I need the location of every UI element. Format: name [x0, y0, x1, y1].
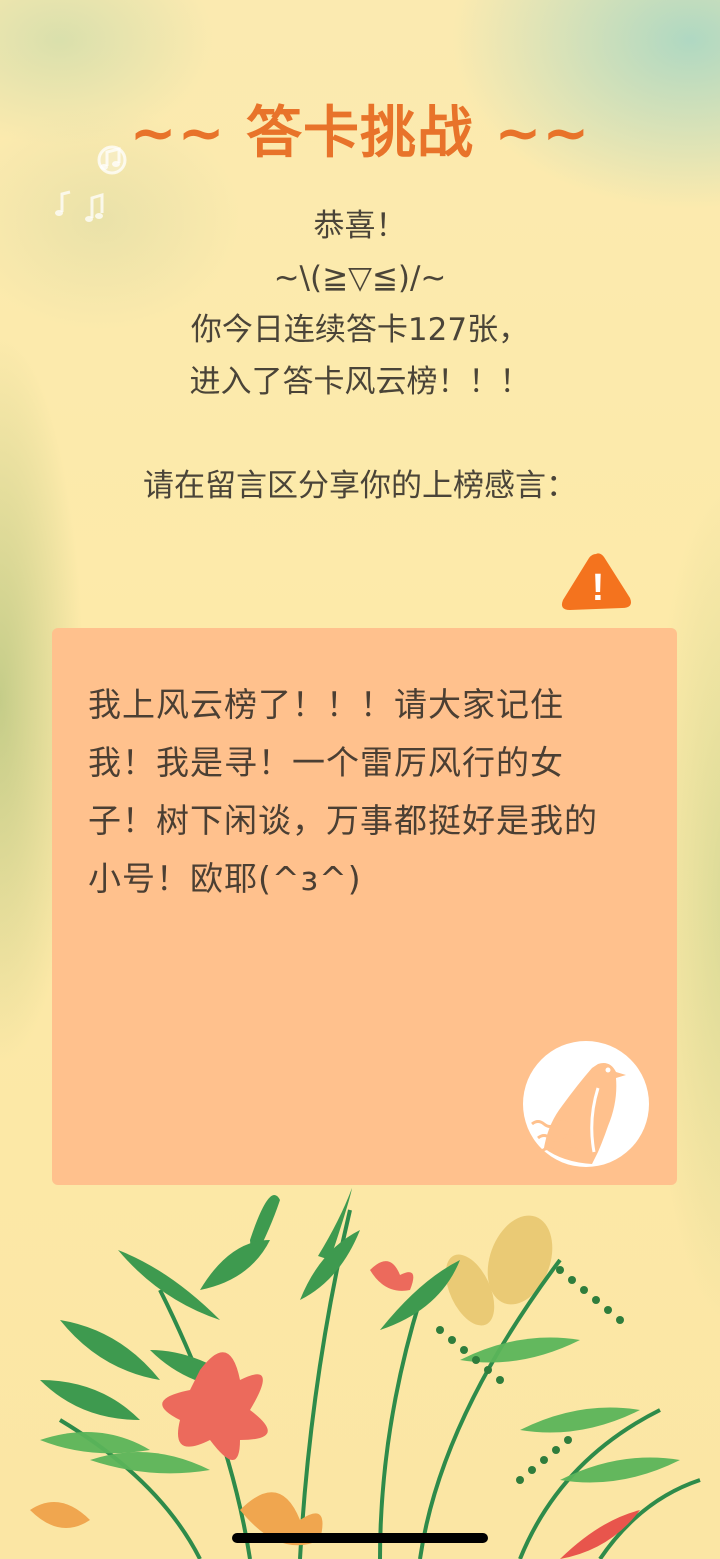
congrats-line: 恭喜！	[313, 208, 407, 244]
emoticon-line: ~\(≧▽≦)/~	[273, 260, 447, 296]
home-indicator[interactable]	[232, 1533, 488, 1543]
flower-illustration	[30, 1188, 701, 1559]
leaderboard-line: 进入了答卡风云榜！！！	[189, 364, 531, 400]
warning-triangle-icon: !	[561, 553, 631, 610]
congratulation-message: 恭喜！ ~\(≧▽≦)/~ 你今日连续答卡127张， 进入了答卡风云榜！！！	[0, 200, 720, 408]
report-label: !	[592, 567, 605, 609]
report-button[interactable]: !	[556, 548, 636, 614]
message-card[interactable]: 我上风云榜了！！！请大家记住我！我是寻！一个雷厉风行的女子！树下闲谈，万事都挺好…	[52, 628, 677, 1185]
page-title: ~~ 答卡挑战 ~~	[129, 101, 591, 166]
message-text[interactable]: 我上风云榜了！！！请大家记住我！我是寻！一个雷厉风行的女子！树下闲谈，万事都挺好…	[88, 676, 618, 908]
share-prompt: 请在留言区分享你的上榜感言：	[143, 468, 577, 504]
streak-line: 你今日连续答卡127张，	[190, 312, 530, 348]
bird-logo-icon	[523, 1041, 649, 1167]
